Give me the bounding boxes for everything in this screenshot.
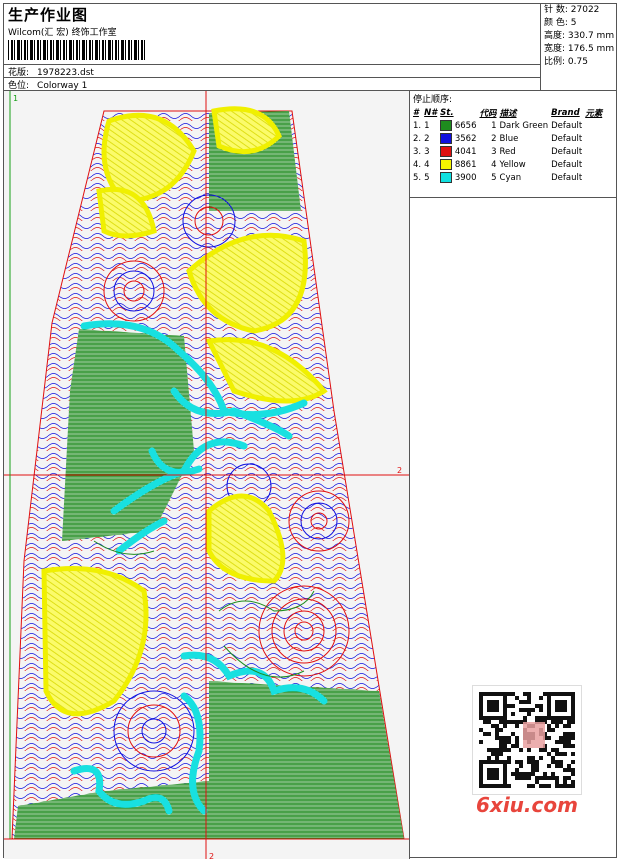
column-header: N#	[424, 107, 438, 118]
stat-value: 5	[570, 18, 577, 28]
seal-icon	[523, 722, 545, 748]
qr-code-icon	[472, 685, 582, 795]
color-swatch	[440, 159, 453, 170]
column-header: Brand	[551, 107, 580, 118]
column-header: 描述	[499, 108, 517, 119]
thread-row[interactable]: 4. 4 8861 4 Yellow Default	[413, 158, 605, 171]
stat-value: 0.75	[567, 57, 588, 67]
thread-element	[585, 171, 605, 184]
stitch-value: 8861	[454, 160, 477, 170]
needle-number: 2	[424, 133, 430, 144]
colorway-value: Colorway 1	[37, 81, 88, 91]
stitch-value: 4041	[454, 147, 477, 157]
marker-right: 2	[397, 466, 402, 475]
thread-desc: Yellow	[499, 159, 526, 170]
column-header: 代码	[479, 108, 497, 119]
stat-label: 高度:	[544, 31, 566, 41]
stat-value: 27022	[570, 5, 600, 15]
thread-row[interactable]: 3. 3 4041 3 Red Default	[413, 145, 605, 158]
thread-brand: Default	[551, 133, 583, 144]
thread-brand: Default	[551, 159, 583, 170]
thread-desc: Dark Green	[499, 120, 549, 131]
stat-row: 比例: 0.75	[544, 56, 616, 69]
stitch-count: 3562	[440, 132, 479, 145]
color-swatch	[440, 146, 453, 157]
thread-code: 5	[491, 172, 497, 183]
stat-label: 宽度:	[544, 44, 566, 54]
marker-top: 1	[13, 94, 18, 103]
needle-number: 5	[424, 172, 430, 183]
stitch-value: 3900	[454, 173, 477, 183]
stat-row: 颜 色: 5	[544, 17, 616, 30]
thread-row[interactable]: 5. 5 3900 5 Cyan Default	[413, 171, 605, 184]
thread-table-header: # N# St. 代码 描述 Brand 元素	[413, 106, 605, 119]
stitch-count: 6656	[440, 119, 479, 132]
design-stats: 针 数: 27022 颜 色: 5 高度: 330.7 mm 宽度: 176.5 mm…	[544, 4, 616, 69]
thread-row[interactable]: 2. 2 3562 2 Blue Default	[413, 132, 605, 145]
design-canvas[interactable]: 1 2 2	[4, 91, 410, 859]
thread-table: # N# St. 代码 描述 Brand 元素 1. 1 6656 1 Dark Green Def…	[413, 106, 605, 184]
colorway-row: 色位: Colorway 1	[8, 78, 87, 91]
thread-element	[585, 158, 605, 171]
thread-row[interactable]: 1. 1 6656 1 Dark Green Default	[413, 119, 605, 132]
thread-desc: Blue	[499, 133, 519, 144]
embroidery-preview: 1 2 2	[4, 91, 409, 859]
thread-code: 4	[491, 159, 497, 170]
stitch-value: 3562	[454, 134, 477, 144]
watermark-logo: 6xiu.com	[476, 793, 578, 817]
thread-code: 2	[491, 133, 497, 144]
production-sheet: 生产作业图 Wilcom(汇 宏) 终饰工作室 花版: 1978223.dst 色…	[3, 3, 617, 859]
thread-brand: Default	[551, 172, 583, 183]
needle-number: 4	[424, 159, 430, 170]
stitch-count: 8861	[440, 158, 479, 171]
row-number: 4.	[413, 159, 422, 170]
header: 生产作业图 Wilcom(汇 宏) 终饰工作室 花版: 1978223.dst 色…	[4, 4, 616, 91]
column-header: 元素	[585, 108, 603, 119]
stitch-count: 3900	[440, 171, 479, 184]
needle-number: 1	[424, 120, 430, 131]
stitch-count: 4041	[440, 145, 479, 158]
column-header: #	[413, 107, 419, 118]
barcode-icon	[8, 40, 146, 60]
color-swatch	[440, 120, 453, 131]
row-number: 5.	[413, 172, 422, 183]
stat-row: 针 数: 27022	[544, 4, 616, 17]
row-number: 1.	[413, 120, 422, 131]
thread-element	[585, 145, 605, 158]
thread-desc: Red	[499, 146, 516, 157]
thread-element	[585, 132, 605, 145]
thread-brand: Default	[551, 146, 583, 157]
color-swatch	[440, 172, 453, 183]
colorway-label: 色位:	[8, 81, 30, 91]
thread-desc: Cyan	[499, 172, 522, 183]
thread-panel: 停止顺序: # N# St. 代码 描述 Brand 元素 1. 1 6656 1 Dark Gr…	[410, 91, 616, 198]
stat-value: 330.7 mm	[567, 31, 615, 41]
row-number: 3.	[413, 146, 422, 157]
row-number: 2.	[413, 133, 422, 144]
marker-bottom: 2	[209, 852, 214, 859]
column-header: St.	[440, 107, 454, 118]
stat-row: 高度: 330.7 mm	[544, 30, 616, 43]
stat-value: 176.5 mm	[567, 44, 615, 54]
stat-label: 针 数:	[544, 5, 568, 15]
stat-label: 比例:	[544, 57, 566, 67]
thread-code: 1	[491, 120, 497, 131]
stat-label: 颜 色:	[544, 18, 568, 28]
needle-number: 3	[424, 146, 430, 157]
thread-code: 3	[491, 146, 497, 157]
stat-row: 宽度: 176.5 mm	[544, 43, 616, 56]
studio-name: Wilcom(汇 宏) 终饰工作室	[8, 28, 117, 38]
thread-element	[585, 119, 605, 132]
thread-brand: Default	[551, 120, 583, 131]
header-info: 生产作业图 Wilcom(汇 宏) 终饰工作室 花版: 1978223.dst 色…	[4, 4, 541, 91]
page-title: 生产作业图	[8, 6, 89, 24]
thread-panel-title: 停止顺序:	[413, 95, 453, 105]
color-swatch	[440, 133, 453, 144]
stitch-value: 6656	[454, 121, 477, 131]
